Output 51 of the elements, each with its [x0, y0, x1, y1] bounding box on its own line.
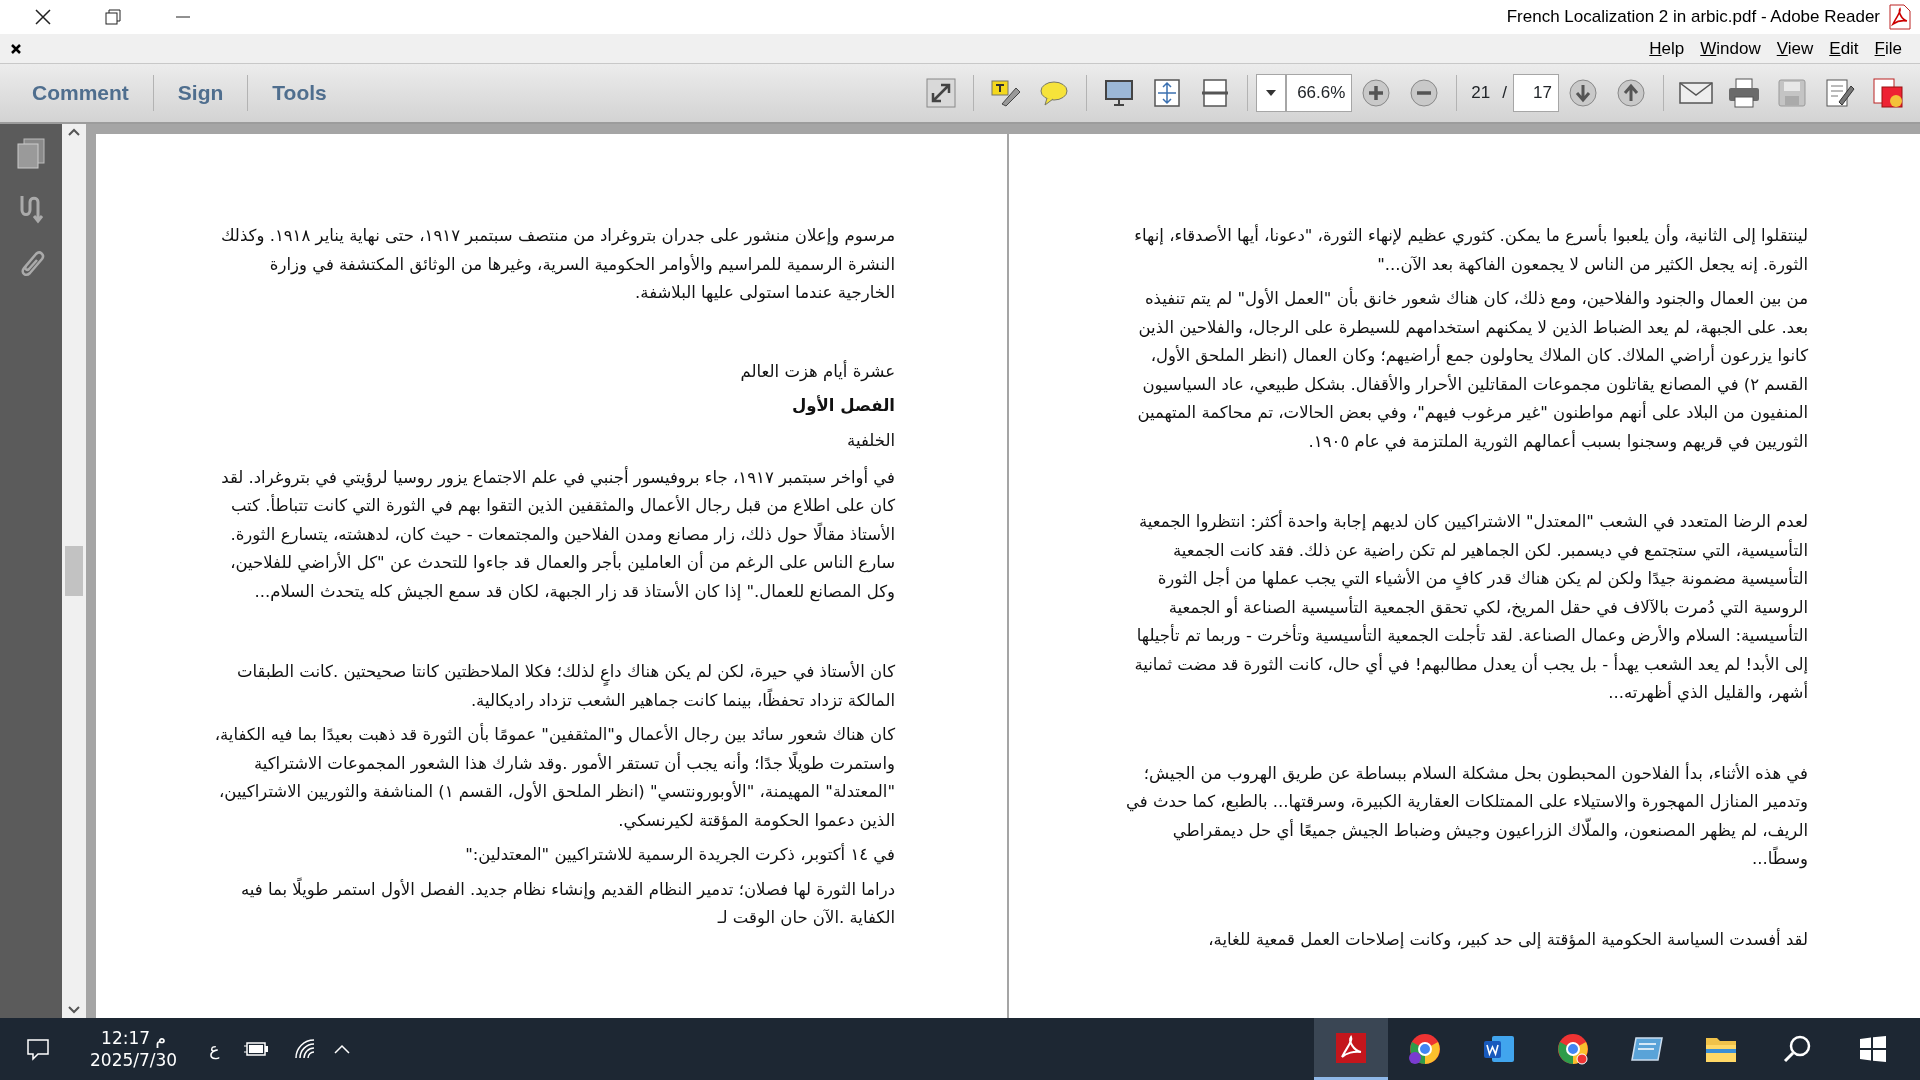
page-field[interactable]: 17 — [1513, 74, 1559, 112]
menu-item[interactable]: Help — [1641, 35, 1693, 62]
paragraph: في أواخر سبتمبر ١٩١٧، جاء بروفيسور أجنبي في علم الاجتماع يزور روسيا لرؤيتي في بتروغراد. لقد كان على اطلاع من قبل رجال الأعمال والمثقفين الذين التقوا بهم في الثورة التي كانت تتباطأ. كتب الأستاذ مقالًا حول ذلك، زار مصانع ومدن الفلاحين والمجتمعات - حيث كان، لدهشته، يتسارع الثورة. سارع الناس على الرغم من أن العاملين بأجر والعمال قد جاءوا للتحدث عن "كل الأراضي للفلاحين، وكل المصانع للعمال." إذا كان الأستاذ قد زار الجبهة، لكان قد سمع الجيش كله يتحدث السلام... — [220, 465, 895, 604]
page-separator: / — [1502, 82, 1507, 105]
chapter-heading: الفصل الأول — [791, 394, 895, 418]
browser-icon — [1408, 1032, 1442, 1066]
scroll-up-icon[interactable] — [68, 128, 80, 136]
toolbar-tab[interactable]: Comment — [16, 75, 145, 111]
pdf-icon — [1888, 4, 1912, 30]
paragraph: في هذه الأثناء، بدأ الفلاحون المحبطون بحل مشكلة السلام ببساطة عن طريق الهروب من الجيش؛ وتدمير المنازل المهجورة والاستيلاء على الممتلكات العقارية الكبيرة، وسرقتها... بالطبع، كما حدث في الريف، لم يظهر المصنعون، والملّاك الزراعيون وجيش وضباط الجيش جميعًا أي حل ديمقراطي وسطًا... — [1125, 761, 1808, 871]
close-icon[interactable] — [10, 42, 22, 55]
paragraph: لعدم الرضا المتعدد في الشعب "المعتدل" الاشتراكيين كان لديهم إجابة واحدة أكثر: انتظروا الجمعية التأسيسية، التي ستجتمع في ديسمبر. لكن الجماهير لم تكن راضية عن ذلك. فقد كانت الجمعية التأسيسية مضمونة جيدًا ولكن لم يكن هناك قدر كافٍ من الأشياء التي يجب عملها من أجل الثورة الروسية التي دُمرت بالآلاف في حقل المريخ، لكي تحقق الجمعية التأسيسية الصناعة أو الجمعية التأسيسية: السلام والأرض وعمال الصناعة. لقد تأجلت الجمعية التأسيسية وتأخرت - وربما تم تأجيلها إلى الأبد! لم يعد الشعب يهدأ - بل يجب أن يعدل مطالبهم! في أي حال، كانت الثورة قد مضت ثمانية أشهر، والقليل الذي أظهرته... — [1133, 509, 1808, 705]
language-indicator[interactable]: ع — [209, 1037, 220, 1061]
search-icon[interactable] — [1782, 1034, 1812, 1064]
paragraph: من بين العمال والجنود والفلاحين، ومع ذلك، كان هناك شعور خانق بأن "العمل الأول" لم يتم تنفيذه بعد. على الجبهة، لم يعد الضباط الذين لا يمكنهم استخدامهم للسيطرة على الرجال، والفلاحين الذين كانوا يزرعون أراضي الملاك. كان الملاك يحاولون جمع أراضيهم؛ وكان العمال (انظر الملحق الأول، القسم ٢) في المصانع يقاتلون مجموعات المقاتلين الأحرار والأقفال. بشكل طبيعي، عاد السياسيون المنفيون من البلاد على أنهم مواطنون "غير مرغوب فيهم"، وفي بعض الحالات، تم محاكمة المتهمين الثوريين في قريهم وسجنوا بسبب أعمالهم الثورية الملتزمة في عام ١٩٠٥. — [1136, 286, 1808, 454]
paragraph: مرسوم وإعلان منشور على جدران بتروغراد من منتصف سبتمبر ١٩١٧، حتى نهاية يناير ١٩١٨. وكذلك النشرة الرسمية للمراسيم والأوامر الحكومية السرية، وغيرها من الوثائق المكتشفة في وزارة الخارجية عندما استولى عليها البلاشفة. — [219, 225, 895, 305]
close-icon — [34, 8, 52, 26]
window-title: French Localization 2 in arbic.pdf - Adobe Reader — [1506, 6, 1880, 29]
paragraph: لينتقلوا إلى الثانية، وأن يلعبوا بأسرع ما يمكن. كثوري عظيم لإنهاء الثورة، "دعونا، أيها الأصدقاء، إنهاء الثورة. إنه يجعل الكثير من الناس لا يجمعون الفاكهة بعد الآن..." — [1133, 223, 1808, 277]
paragraph: كان الأستاذ في حيرة، لكن لم يكن هناك داعٍ لذلك؛ فكلا الملاحظتين كانتا صحيحتين .كانت الطبقات المالكة تزداد تحفظًا، بينما كانت جماهير الشعب تزداد راديكالية. — [236, 660, 895, 713]
menu-item[interactable]: Window — [1692, 35, 1769, 62]
menu-item[interactable]: View — [1768, 35, 1822, 62]
clock-time[interactable]: 12:17 م — [90, 1026, 178, 1049]
zoom-dropdown[interactable] — [1256, 74, 1287, 112]
pages-icon[interactable] — [16, 138, 46, 170]
paragraph: في ١٤ أكتوبر، ذكرت الجريدة الرسمية للاشتراكيين "المعتدلين:" — [464, 842, 895, 867]
zoom-field[interactable]: 66.6% — [1286, 74, 1353, 112]
pdf-reader-icon — [1334, 1030, 1368, 1065]
battery-icon[interactable] — [243, 1040, 270, 1058]
notification-icon[interactable] — [26, 1037, 50, 1061]
section-title: الخلفية — [846, 430, 895, 452]
paragraph: دراما الثورة لها فصلان؛ تدمير النظام القديم وإنشاء نظام جديد. الفصل الأول استمر طويلًا بما فيه الكفاية .الآن حان الوقت لـ — [239, 876, 895, 930]
paragraph: لقد أفسدت السياسة الحكومية المؤقتة إلى حد كبير، وكانت إصلاحات العمل قمعية للغاية، — [1207, 927, 1808, 952]
caret-icon — [1266, 90, 1277, 96]
menu-item[interactable]: File — [1866, 35, 1910, 62]
toolbar-tab[interactable]: Sign — [161, 75, 240, 111]
menu-item[interactable]: Edit — [1821, 35, 1867, 62]
browser-icon — [1556, 1032, 1590, 1066]
windows-logo-icon[interactable] — [1860, 1036, 1886, 1062]
caret-icon[interactable] — [333, 1043, 352, 1055]
taskbar-app-button[interactable] — [1314, 1018, 1388, 1080]
minimize-icon — [175, 16, 191, 18]
clock-date[interactable]: 2025/7/30 — [90, 1049, 178, 1072]
toolbar-tab[interactable]: Tools — [256, 75, 343, 111]
scroll-thumb[interactable] — [65, 546, 83, 596]
page-number: 21 — [1471, 82, 1491, 105]
section-title: عشرة أيام هزت العالم — [739, 359, 895, 384]
scroll-down-icon[interactable] — [68, 1006, 80, 1014]
paragraph: كان هناك شعور سائد بين رجال الأعمال و"المثقفين" عمومًا بأن الثورة قد ذهبت بعيدًا بما فيه الكفاية، واستمرت طويلًا جدًا؛ وأنه يجب أن تستقر الأمور .وقد شارك هذا الشعور المجموعات الاشتراكية "المعتدلة" المهيمنة، "الأوبورونتسي" (انظر الملحق الأول، القسم ١) المناشفة والثوريين الاشتراكيين، الذين دعموا الحكومة المؤقتة لكيرنسكي. — [213, 722, 895, 833]
scrollbar[interactable] — [62, 124, 86, 1018]
restore-icon — [105, 9, 121, 25]
